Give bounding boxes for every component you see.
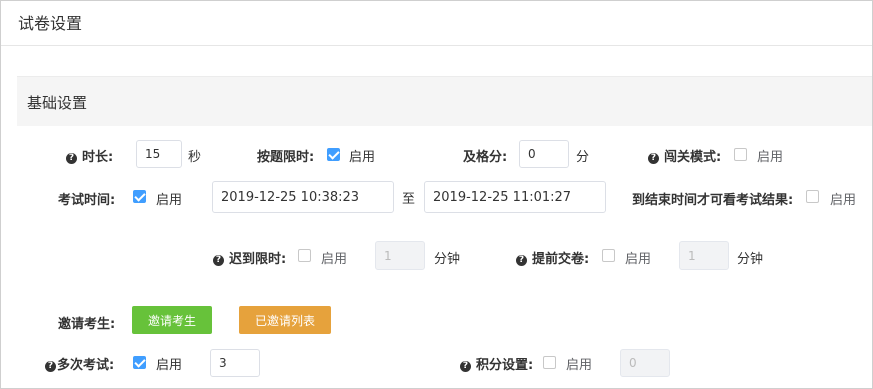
duration-input[interactable]: 15	[136, 140, 182, 168]
view-result-label: 到结束时间才可看考试结果:	[632, 193, 794, 208]
title-divider	[1, 45, 872, 46]
late-limit-unit: 分钟	[434, 252, 461, 267]
level-mode-checkbox[interactable]	[734, 148, 747, 161]
points-checkbox[interactable]	[543, 356, 556, 369]
duration-label-text: 时长:	[82, 150, 114, 165]
help-icon[interactable]: ?	[66, 153, 77, 164]
level-mode-label: ? 闯关模式:	[648, 146, 721, 165]
help-icon[interactable]: ?	[460, 361, 471, 372]
view-result-checkbox[interactable]	[806, 190, 819, 203]
multi-attempt-count-input[interactable]: 3	[210, 349, 260, 377]
level-mode-enable-text: 启用	[757, 150, 784, 165]
view-result-enable-text: 启用	[830, 193, 857, 208]
early-submit-label-text: 提前交卷:	[532, 252, 590, 267]
pass-score-input[interactable]: 0	[519, 140, 569, 168]
exam-start-datetime-input[interactable]: 2019-12-25 10:38:23	[212, 181, 394, 213]
section-title: 基础设置	[27, 94, 88, 112]
early-submit-input[interactable]: 1	[679, 241, 729, 270]
multi-attempt-checkbox[interactable]	[133, 356, 146, 369]
help-icon[interactable]: ?	[45, 361, 56, 372]
invited-list-button[interactable]: 已邀请列表	[239, 306, 331, 334]
exam-time-enable-text: 启用	[156, 193, 183, 208]
late-limit-label: ? 迟到限时:	[213, 248, 286, 267]
early-submit-checkbox[interactable]	[602, 249, 615, 262]
points-label: ? 积分设置:	[460, 354, 533, 373]
early-submit-unit: 分钟	[737, 252, 764, 267]
multi-attempt-label: ? 多次考试:	[45, 354, 114, 373]
invite-label: 邀请考生:	[58, 317, 116, 332]
help-icon[interactable]: ?	[516, 255, 527, 266]
multi-attempt-label-text: 多次考试:	[57, 358, 115, 373]
pass-score-label: 及格分:	[463, 150, 508, 165]
points-input[interactable]: 0	[620, 349, 670, 377]
help-icon[interactable]: ?	[648, 153, 659, 164]
early-submit-enable-text: 启用	[625, 252, 652, 267]
late-limit-checkbox[interactable]	[298, 249, 311, 262]
early-submit-label: ? 提前交卷:	[516, 248, 589, 267]
section-header: 基础设置	[17, 76, 872, 126]
multi-attempt-enable-text: 启用	[156, 358, 183, 373]
date-range-separator: 至	[402, 192, 416, 207]
help-icon[interactable]: ?	[213, 255, 224, 266]
late-limit-label-text: 迟到限时:	[229, 252, 287, 267]
exam-time-label: 考试时间:	[58, 193, 116, 208]
per-question-limit-checkbox[interactable]	[327, 148, 340, 161]
per-question-limit-label: 按题限时:	[257, 150, 315, 165]
level-mode-label-text: 闯关模式:	[664, 150, 722, 165]
per-question-limit-enable-text: 启用	[349, 150, 376, 165]
exam-end-datetime-input[interactable]: 2019-12-25 11:01:27	[424, 181, 606, 213]
points-label-text: 积分设置:	[476, 358, 534, 373]
late-limit-input[interactable]: 1	[375, 241, 425, 270]
exam-settings-panel: 试卷设置 基础设置 ? 时长: 15 秒 按题限时: 启用 及格分: 0 分 ? 闯…	[0, 0, 873, 389]
duration-label: ? 时长:	[66, 146, 113, 165]
exam-time-checkbox[interactable]	[133, 190, 146, 203]
points-enable-text: 启用	[566, 358, 593, 373]
pass-score-unit: 分	[576, 150, 590, 165]
invite-candidates-button[interactable]: 邀请考生	[132, 306, 212, 334]
late-limit-enable-text: 启用	[321, 252, 348, 267]
page-title: 试卷设置	[18, 14, 83, 33]
duration-unit: 秒	[188, 150, 202, 165]
